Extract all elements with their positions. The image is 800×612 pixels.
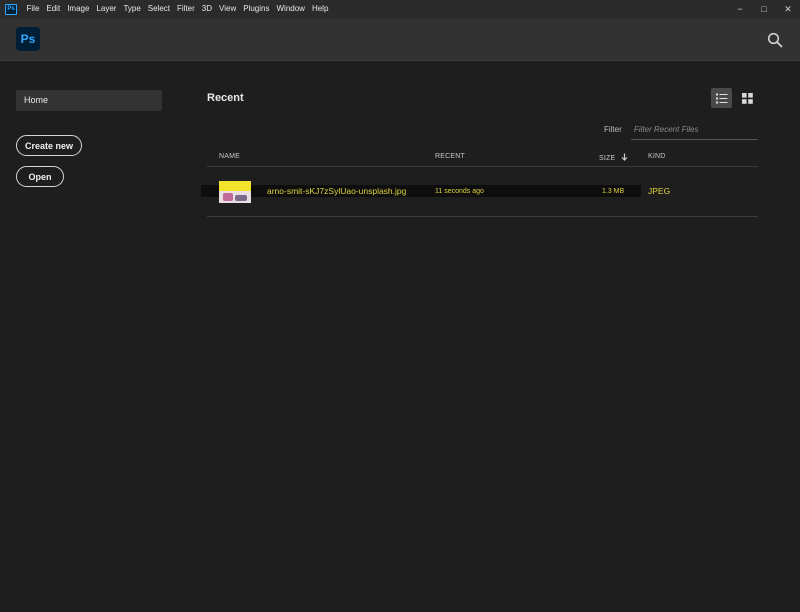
open-button[interactable]: Open [16,166,64,187]
menu-view[interactable]: View [216,0,240,18]
file-thumbnail [219,181,251,203]
file-recent: 11 seconds ago [435,188,484,195]
column-header-recent[interactable]: RECENT [435,153,465,160]
file-size: 1.3 MB [602,188,625,195]
column-header-name[interactable]: NAME [219,153,240,160]
photoshop-app-icon: Ps [5,3,17,15]
create-new-button[interactable]: Create new [16,135,82,156]
menu-bar: Ps File Edit Image Layer Type Select Fil… [0,0,800,18]
menu-layer[interactable]: Layer [93,0,120,18]
menu-filter[interactable]: Filter [174,0,199,18]
menu-image[interactable]: Image [64,0,93,18]
column-header-kind[interactable]: KIND [648,153,666,160]
close-button[interactable]: ✕ [776,0,800,18]
list-view-button[interactable] [711,88,732,108]
photoshop-logo[interactable]: Ps [16,27,40,51]
list-view-icon [715,93,727,103]
window-controls: − □ ✕ [728,0,800,18]
filter-label: Filter [604,125,622,134]
grid-view-icon [742,92,753,104]
menu-window[interactable]: Window [273,0,308,18]
maximize-button[interactable]: □ [752,0,776,18]
menu-file[interactable]: File [23,0,43,18]
filter-recent-files-input[interactable] [631,120,758,140]
row-divider [207,216,758,217]
minimize-button[interactable]: − [728,0,752,18]
menu-edit[interactable]: Edit [43,0,64,18]
menu-plugins[interactable]: Plugins [240,0,273,18]
menu-3d[interactable]: 3D [198,0,215,18]
table-row[interactable]: arno-smit-sKJ7zSylUao-unsplash.jpg 11 se… [201,176,758,208]
header-divider [207,166,758,167]
column-header-size-label: SIZE [599,155,616,162]
file-kind: JPEG [648,186,671,196]
file-name: arno-smit-sKJ7zSylUao-unsplash.jpg [267,186,407,196]
app-header: Ps [0,18,800,61]
search-icon[interactable] [767,32,783,48]
column-header-size[interactable]: SIZE [599,153,628,162]
sidebar-item-home[interactable]: Home [16,90,162,111]
page-title: Recent [207,92,244,104]
menu-type[interactable]: Type [120,0,144,18]
menu-help[interactable]: Help [308,0,331,18]
grid-view-button[interactable] [737,88,758,108]
sort-descending-icon [621,153,627,161]
menu-select[interactable]: Select [144,0,173,18]
